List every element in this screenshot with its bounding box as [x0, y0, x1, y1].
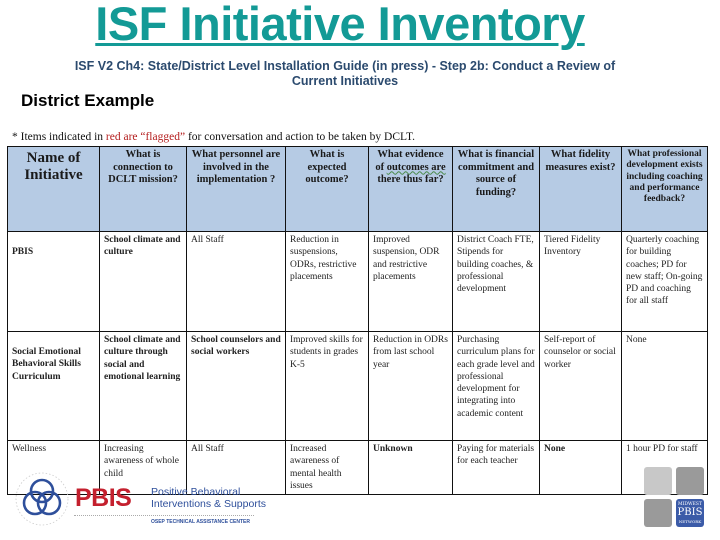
table-cell: Improved skills for students in grades K… [285, 331, 369, 441]
table-cell: Self-report of counselor or social worke… [539, 331, 622, 441]
table-cell: None [539, 439, 622, 496]
table-row: Social Emotional Behavioral Skills Curri… [7, 331, 708, 441]
midwest-pbis-logo-square: MIDWEST PBIS NETWORK [676, 499, 704, 527]
badge-square [644, 467, 672, 495]
table-cell: School climate and culture through socia… [99, 331, 187, 441]
table-cell: Tiered Fidelity Inventory [539, 231, 622, 332]
column-header: What professional development exists inc… [621, 146, 708, 232]
page-title-text: ISF Initiative Inventory [95, 0, 585, 50]
column-header: What is financial commitment and source … [452, 146, 540, 232]
pbis-name-line-1: Positive Behavioral [151, 486, 241, 498]
note-prefix: * Items indicated in [12, 131, 106, 143]
midwest-pbis-badge: MIDWEST PBIS NETWORK [644, 467, 704, 527]
column-header: What personnel are involved in the imple… [186, 146, 286, 232]
pbis-acronym: PBIS [75, 484, 132, 512]
subtitle: ISF V2 Ch4: State/District Level Install… [20, 59, 670, 89]
table-cell: Unknown [368, 439, 453, 496]
table-cell: Purchasing curriculum plans for each gra… [452, 331, 540, 441]
table-cell: All Staff [186, 231, 286, 332]
column-header: What is connection to DCLT mission? [99, 146, 187, 232]
subtitle-line-2: Current Initiatives [291, 74, 399, 88]
initiative-name-cell: Social Emotional Behavioral Skills Curri… [7, 331, 100, 441]
table-cell: Paying for materials for each teacher [452, 439, 540, 496]
note-red-part: red are “flagged” [105, 131, 186, 143]
column-header: What evidence of outcomes are there thus… [368, 146, 453, 232]
badge-square [676, 467, 704, 495]
table-cell: Quarterly coaching for building coaches;… [621, 231, 708, 332]
badge-square [644, 499, 672, 527]
badge-bottom-text: NETWORK [678, 519, 702, 524]
badge-main-text: PBIS [677, 507, 703, 518]
table-cell: District Coach FTE, Stipends for buildin… [452, 231, 540, 332]
section-label: District Example [21, 91, 155, 110]
subtitle-line-1: ISF V2 Ch4: State/District Level Install… [74, 59, 616, 73]
column-header: What fidelity measures exist? [539, 146, 622, 232]
page-title: ISF Initiative Inventory [0, 0, 680, 51]
pbis-logo: PBIS Positive Behavioral Interventions &… [14, 471, 274, 531]
table-cell: Reduction in suspensions, ODRs, restrict… [285, 231, 369, 332]
table-cell: None [621, 331, 708, 441]
logo-divider [74, 515, 254, 516]
pbis-rings-icon [15, 472, 69, 526]
table-header-row: Name of Initiative What is connection to… [7, 146, 708, 232]
column-header: What is expected outcome? [285, 146, 369, 232]
table-cell: Reduction in ODRs from last school year [368, 331, 453, 441]
pbis-osep-label: OSEP TECHNICAL ASSISTANCE CENTER [151, 519, 250, 525]
column-header: Name of Initiative [7, 146, 100, 232]
table-cell: Improved suspension, ODR and restrictive… [368, 231, 453, 332]
table-row: PBIS School climate and culture All Staff R… [7, 231, 708, 332]
table-cell: Increased awareness of mental health iss… [285, 439, 369, 496]
initiative-inventory-table: Name of Initiative What is connection to… [7, 146, 708, 496]
initiative-name-cell: PBIS [7, 231, 100, 332]
flag-note: * Items indicated in red are “flagged” f… [12, 131, 415, 143]
pbis-name-line-2: Interventions & Supports [151, 498, 266, 510]
note-suffix: for conversation and action to be taken … [185, 131, 416, 143]
table-cell: School counselors and social workers [186, 331, 286, 441]
table-cell: School climate and culture [99, 231, 187, 332]
